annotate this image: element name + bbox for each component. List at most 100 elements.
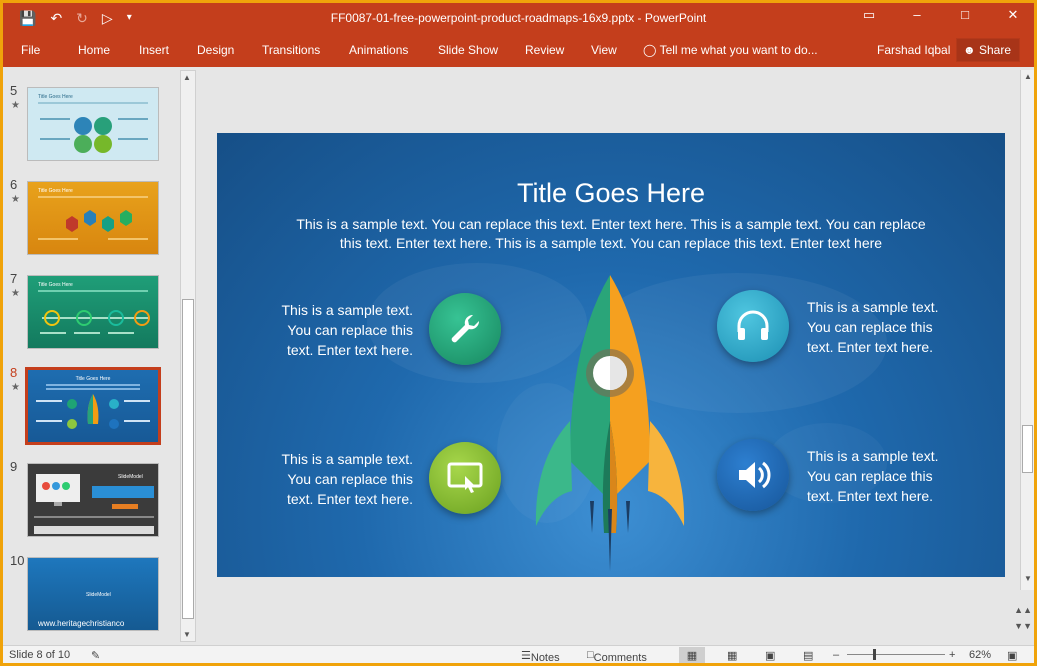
headphones-circle[interactable] <box>717 290 789 362</box>
text-line: This is a sample text. <box>281 302 414 318</box>
thumbnail-row[interactable]: 5 ★ Title Goes Here <box>3 83 178 163</box>
text-line: This is a sample text. <box>807 448 939 464</box>
thumbnail-row[interactable]: 9 SlideModel <box>3 459 178 539</box>
slide-thumbnail-9[interactable]: SlideModel <box>27 463 159 537</box>
ribbon-tabs: File Home Insert Design Transitions Anim… <box>3 34 1034 67</box>
watermark-text: www.heritagechristianco <box>37 619 125 628</box>
share-button[interactable]: ☻ Share <box>956 38 1020 62</box>
thumbnail-7-graphic: Title Goes Here <box>38 282 150 334</box>
close-button[interactable]: ✕ <box>1002 7 1024 23</box>
maximize-button[interactable]: □ <box>954 7 976 23</box>
text-line: This is a sample text. <box>807 299 939 315</box>
tell-me-box[interactable]: ◯ Tell me what you want to do... <box>643 43 818 57</box>
tab-transitions[interactable]: Transitions <box>262 43 320 57</box>
slide-thumbnail-10[interactable]: SlideModel www.heritagechristianco <box>27 557 159 631</box>
previous-slide-icon[interactable]: ▲▲ <box>1014 605 1032 615</box>
thumbnail-row[interactable]: 8 ★ Title Goes Here <box>3 365 178 445</box>
thumbnail-6-graphic: Title Goes Here <box>38 188 148 240</box>
scroll-down-icon[interactable]: ▼ <box>183 630 191 639</box>
tab-review[interactable]: Review <box>525 43 564 57</box>
zoom-out-button[interactable]: – <box>833 649 839 661</box>
subtitle-line-1: This is a sample text. You can replace t… <box>296 216 926 232</box>
zoom-level[interactable]: 62% <box>969 649 991 661</box>
normal-view-icon[interactable]: ▦ <box>679 647 705 663</box>
wrench-circle[interactable] <box>429 293 501 365</box>
text-block-top-left[interactable]: This is a sample text. You can replace t… <box>273 300 414 360</box>
wrench-icon <box>451 314 480 343</box>
text-line: You can replace this <box>287 322 413 338</box>
tab-animations[interactable]: Animations <box>349 43 408 57</box>
slide-number: 10 <box>10 553 25 568</box>
touch-screen-circle[interactable] <box>429 442 501 514</box>
tab-home[interactable]: Home <box>78 43 110 57</box>
subtitle-line-2: this text. Enter text here. This is a sa… <box>339 235 883 251</box>
animation-star-icon: ★ <box>11 100 20 111</box>
thumbnail-row[interactable]: 10 SlideModel www.heritagechristianco <box>3 553 178 633</box>
thumb-title: Title Goes Here <box>38 282 73 288</box>
thumbnail-row[interactable]: 6 ★ Title Goes Here <box>3 177 178 257</box>
slide-scrollbar[interactable]: ▲ ▼ <box>1020 70 1034 590</box>
text-line: You can replace this <box>287 471 413 487</box>
current-slide[interactable]: Title Goes Here This is a sample text. Y… <box>217 133 1005 577</box>
thumbnail-8-graphic: Title Goes Here <box>36 376 150 429</box>
slide-title[interactable]: Title Goes Here <box>217 178 1005 209</box>
status-bar: Slide 8 of 10 ✎ ☰ Notes □ Comments ▦ ▦ ▣… <box>3 645 1034 663</box>
slide-thumbnail-8[interactable]: Title Goes Here <box>25 367 161 445</box>
slide-sorter-icon[interactable]: ▦ <box>727 649 737 662</box>
headphones-icon <box>737 310 769 340</box>
share-label: Share <box>978 43 1012 57</box>
tab-view[interactable]: View <box>591 43 617 57</box>
reading-view-icon[interactable]: ▣ <box>765 649 775 662</box>
title-bar: 💾 ↶ ↻ ▷ ▾ FF0087-01-free-powerpoint-prod… <box>3 3 1034 34</box>
text-block-bottom-right[interactable]: This is a sample text. You can replace t… <box>807 446 947 506</box>
thumbnail-row[interactable]: 7 ★ Title Goes Here <box>3 271 178 351</box>
slide-number: 7 <box>10 271 18 286</box>
fit-slide-icon[interactable]: ▣ <box>1007 649 1017 662</box>
text-block-top-right[interactable]: This is a sample text. You can replace t… <box>807 297 947 357</box>
scrollbar-thumb[interactable] <box>182 299 194 619</box>
scroll-up-icon[interactable]: ▲ <box>1024 72 1032 81</box>
zoom-in-button[interactable]: + <box>949 649 955 661</box>
slide-subtitle[interactable]: This is a sample text. You can replace t… <box>277 215 945 253</box>
zoom-slider-thumb[interactable] <box>873 649 876 660</box>
slideshow-view-icon[interactable]: ▤ <box>803 649 813 662</box>
touch-screen-icon <box>447 462 483 493</box>
next-slide-icon[interactable]: ▼▼ <box>1014 621 1032 631</box>
speaker-icon <box>739 461 771 489</box>
text-block-bottom-left[interactable]: This is a sample text. You can replace t… <box>273 449 414 509</box>
text-line: text. Enter text here. <box>286 342 413 358</box>
tab-slide-show[interactable]: Slide Show <box>438 43 498 57</box>
thumbnail-scrollbar[interactable]: ▲ ▼ <box>180 70 196 642</box>
slide-thumbnail-6[interactable]: Title Goes Here <box>27 181 159 255</box>
tab-design[interactable]: Design <box>197 43 234 57</box>
minimize-button[interactable]: – <box>906 7 928 23</box>
scrollbar-thumb[interactable] <box>1022 425 1033 473</box>
notes-button[interactable]: ☰ Notes <box>521 649 560 663</box>
speaker-circle[interactable] <box>717 439 789 511</box>
text-line: text. Enter text here. <box>807 339 934 355</box>
zoom-slider[interactable] <box>847 654 945 655</box>
slide-number: 5 <box>10 83 18 98</box>
thumb-title: Title Goes Here <box>38 188 73 194</box>
slide-number: 6 <box>10 177 18 192</box>
text-line: This is a sample text. <box>281 451 414 467</box>
tab-insert[interactable]: Insert <box>139 43 169 57</box>
slide-thumbnail-5[interactable]: Title Goes Here <box>27 87 159 161</box>
text-line: text. Enter text here. <box>807 488 934 504</box>
user-name[interactable]: Farshad Iqbal <box>877 43 950 57</box>
scroll-down-icon[interactable]: ▼ <box>1024 574 1032 583</box>
scroll-up-icon[interactable]: ▲ <box>183 73 191 82</box>
slide-number: 8 <box>10 365 18 380</box>
slide-thumbnail-7[interactable]: Title Goes Here <box>27 275 159 349</box>
spell-check-icon[interactable]: ✎ <box>91 649 100 662</box>
thumbnail-5-graphic: Title Goes Here <box>38 94 148 153</box>
text-line: You can replace this <box>807 468 933 484</box>
ribbon-display-icon[interactable]: ▭ <box>858 7 880 23</box>
slide-thumbnail-pane: 5 ★ Title Goes Here 6 ★ Title Goes Here <box>3 67 198 645</box>
slide-counter: Slide 8 of 10 <box>9 649 71 661</box>
notes-label: Notes <box>530 652 560 663</box>
thumb-title: Title Goes Here <box>38 94 73 100</box>
window-controls: ▭ – □ ✕ <box>858 7 1024 23</box>
tab-file[interactable]: File <box>21 43 40 57</box>
comments-button[interactable]: □ Comments <box>587 649 647 663</box>
